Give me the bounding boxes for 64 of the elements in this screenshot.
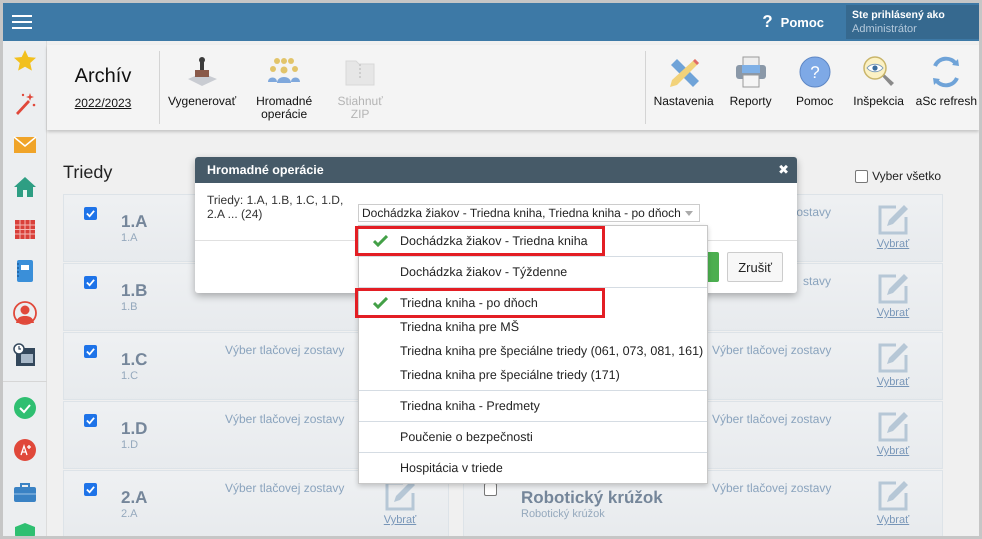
toolbar-button[interactable]: Reporty [722, 45, 780, 130]
class-name: 2.A [121, 489, 148, 506]
dropdown-option[interactable]: Dochádzka žiakov - Týždenne [359, 260, 707, 284]
person-icon[interactable] [12, 301, 36, 325]
caret-icon [685, 210, 693, 216]
home-icon[interactable] [12, 175, 36, 199]
check-icon [373, 297, 388, 309]
dropdown-option[interactable]: Dochádzka žiakov - Triedna kniha [359, 229, 707, 253]
class-name: 1.D [121, 420, 148, 437]
dropdown-option[interactable]: Triedna kniha - po dňoch [359, 291, 707, 315]
dialog-title: Hromadné operácie [207, 163, 324, 177]
select-all-checkbox[interactable]: Vyber všetko [855, 169, 941, 183]
class-name: Robotický krúžok [521, 489, 663, 506]
grade-circle-icon[interactable] [12, 438, 36, 462]
class-name: 1.C [121, 351, 148, 368]
section-title: Triedy [63, 162, 112, 183]
check-icon [373, 235, 388, 247]
user-caption: Ste prihlásený ako [852, 9, 946, 21]
class-code: Robotický krúžok [521, 508, 605, 520]
report-select[interactable]: Dochádzka žiakov - Triedna kniha, Triedna kniha - po dňoch [358, 204, 700, 222]
toolbar-button[interactable]: ? Pomoc [786, 45, 844, 130]
class-code: 1.B [121, 301, 138, 313]
briefcase-icon[interactable] [12, 480, 36, 504]
class-code: 2.A [121, 508, 138, 520]
class-code: 1.D [121, 439, 138, 451]
toolbar-button[interactable]: aSc refresh [914, 45, 979, 130]
checkmark-circle-icon[interactable] [12, 396, 36, 420]
class-code: 1.C [121, 370, 138, 382]
calendar-clock-icon[interactable] [12, 343, 36, 367]
checkbox[interactable] [855, 170, 868, 182]
user-panel[interactable]: Ste prihlásený ako Administrátor [846, 5, 979, 39]
cancel-button[interactable]: Zrušiť [727, 252, 783, 282]
class-code: 1.A [121, 232, 138, 244]
close-button[interactable]: ✖ [778, 162, 789, 178]
toolbar-button[interactable]: Inšpekcia [850, 45, 908, 130]
dropdown-option[interactable]: Poučenie o bezpečnosti [359, 425, 707, 449]
menu-icon[interactable] [12, 14, 32, 30]
user-name: Administrátor [852, 23, 918, 35]
printer-icon [734, 55, 768, 89]
toolbar-button[interactable]: Hromadné operácie [246, 45, 322, 130]
magnifier-eye-icon [862, 55, 896, 89]
dropdown-option[interactable]: Triedna kniha pre MŠ [359, 315, 707, 339]
class-name: 1.A [121, 213, 148, 230]
selection-summary: Triedy: 1.A, 1.B, 1.C, 1.D, 2.A ... (24) [207, 193, 344, 224]
dropdown-option[interactable]: Triedna kniha pre špeciálne triedy (061, 073, 081, 161) [359, 339, 707, 363]
dropdown-option[interactable]: Triedna kniha - Predmety [359, 394, 707, 418]
checkbox[interactable] [84, 276, 97, 289]
help-icon[interactable]: ? [762, 12, 773, 32]
checkbox[interactable] [84, 483, 97, 496]
help-icon: ? [798, 55, 832, 89]
dropdown-option[interactable]: Hospitácia v triede [359, 456, 707, 480]
calendar-icon[interactable] [12, 217, 36, 241]
checkbox[interactable] [84, 345, 97, 358]
star-icon[interactable] [12, 49, 36, 73]
class-name: 1.B [121, 282, 148, 299]
checkbox[interactable] [484, 483, 497, 496]
toolbar-button[interactable]: Vygenerovať [166, 45, 238, 130]
checkbox[interactable] [84, 207, 97, 220]
school-year-link[interactable]: 2022/2023 [74, 96, 132, 110]
help-link[interactable]: Pomoc [780, 14, 824, 30]
checkbox[interactable] [84, 414, 97, 427]
toolbar-button[interactable]: Nastavenia [652, 45, 716, 130]
dropdown-option[interactable]: Triedna kniha pre špeciálne triedy (171) [359, 363, 707, 387]
page-title: Archív [74, 65, 132, 88]
